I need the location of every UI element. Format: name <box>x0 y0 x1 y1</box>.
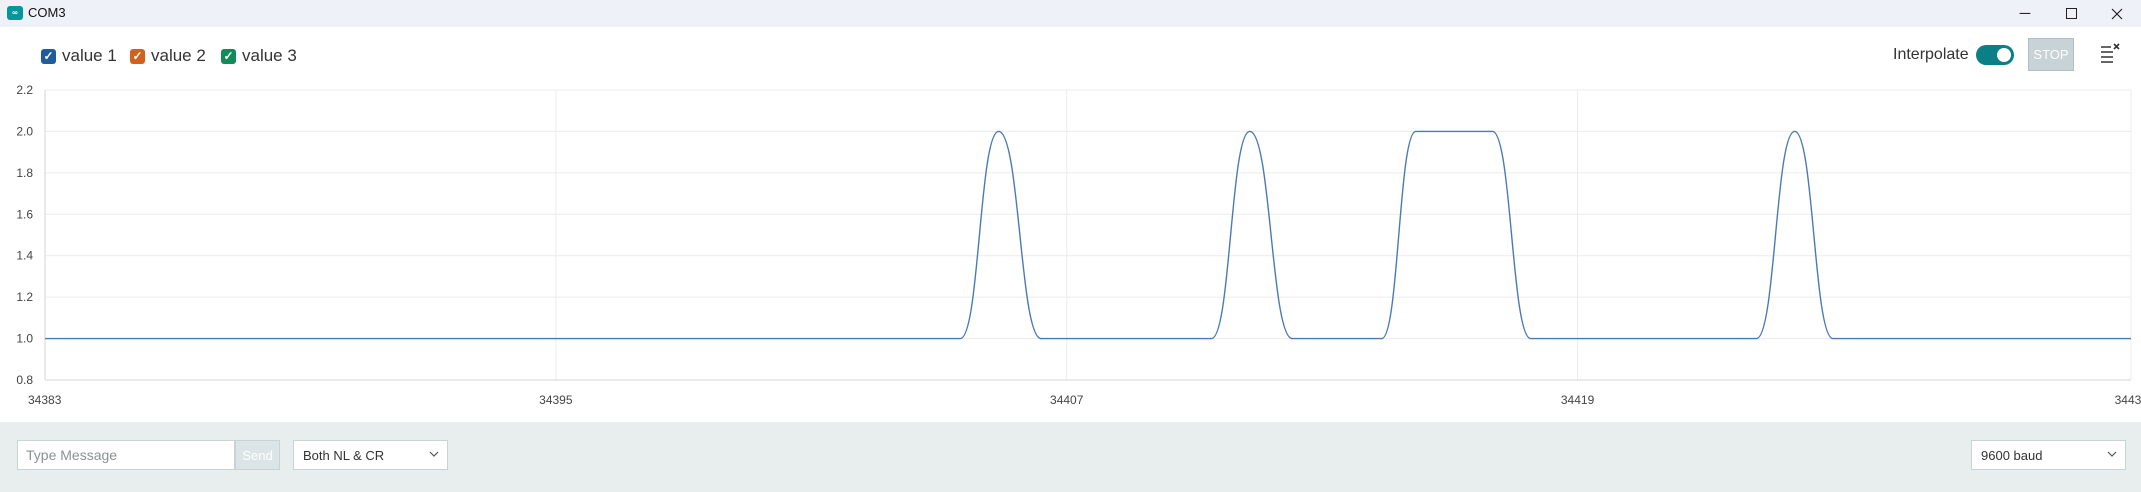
y-tick-label: 1.4 <box>16 249 33 263</box>
interpolate-label: Interpolate <box>1893 46 1969 63</box>
plot-area: 0.8 1.0 1.2 1.4 1.6 1.8 2.0 2.2 34383 34395 34407… <box>0 82 2141 422</box>
legend-item-value-3[interactable]: ✓ value 3 <box>221 46 297 66</box>
title-bar: ∞ COM3 ─ <box>0 0 2141 27</box>
baud-rate-value: 9600 baud <box>1981 447 2043 463</box>
x-tick-label: 34383 <box>28 393 62 407</box>
x-tick-label: 34395 <box>539 393 573 407</box>
minimize-icon[interactable]: ─ <box>2002 0 2048 27</box>
checkbox-value-1[interactable]: ✓ <box>41 48 56 64</box>
toggle-knob <box>1997 48 2011 62</box>
line-ending-select[interactable]: Both NL & CR <box>293 440 448 470</box>
y-tick-label: 1.8 <box>16 166 33 180</box>
y-tick-label: 2.2 <box>16 83 33 97</box>
y-tick-label: 1.2 <box>16 290 33 304</box>
window-title: COM3 <box>28 5 66 20</box>
send-button[interactable]: Send <box>235 440 280 470</box>
plotter-toolbar <box>0 27 2141 82</box>
clear-output-icon[interactable] <box>2099 42 2121 64</box>
legend-label: value 2 <box>151 46 206 65</box>
message-input[interactable] <box>17 440 235 470</box>
y-tick-label: 1.0 <box>16 332 33 346</box>
x-tick-label: 34407 <box>1050 393 1084 407</box>
legend-label: value 3 <box>242 46 297 65</box>
close-icon[interactable] <box>2094 0 2140 27</box>
y-tick-label: 2.0 <box>16 124 33 138</box>
series-line-value-1 <box>44 130 2131 340</box>
x-tick-label: 34419 <box>1561 393 1595 407</box>
line-chart: 0.8 1.0 1.2 1.4 1.6 1.8 2.0 2.2 34383 34395 34407… <box>16 83 2141 407</box>
interpolate-toggle[interactable] <box>1976 45 2014 65</box>
y-tick-label: 1.6 <box>16 207 33 221</box>
legend-item-value-2[interactable]: ✓ value 2 <box>130 46 206 66</box>
arduino-icon: ∞ <box>7 6 23 20</box>
stop-button[interactable]: STOP <box>2028 38 2074 71</box>
maximize-icon[interactable] <box>2048 0 2094 27</box>
line-ending-value: Both NL & CR <box>303 447 385 463</box>
legend-item-value-1[interactable]: ✓ value 1 <box>41 46 117 66</box>
chevron-down-icon <box>2107 451 2117 457</box>
x-tick-label: 34432 <box>2115 393 2141 407</box>
checkbox-value-2[interactable]: ✓ <box>130 48 145 64</box>
checkbox-value-3[interactable]: ✓ <box>221 48 236 64</box>
chevron-down-icon <box>429 451 439 457</box>
legend-label: value 1 <box>62 46 117 65</box>
y-tick-label: 0.8 <box>16 373 33 387</box>
baud-rate-select[interactable]: 9600 baud <box>1971 440 2126 470</box>
